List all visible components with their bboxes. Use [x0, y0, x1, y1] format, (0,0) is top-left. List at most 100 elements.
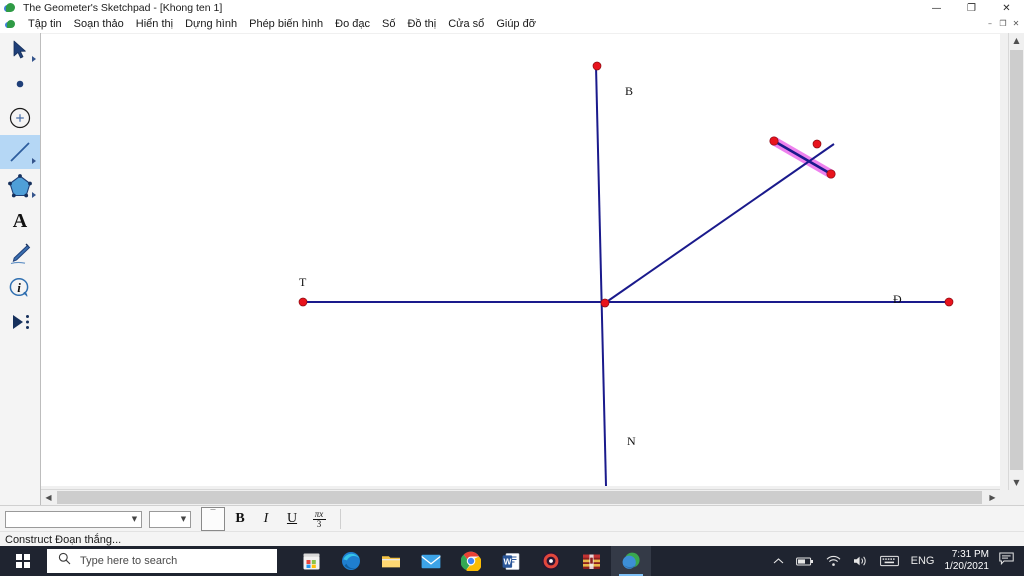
point-B [593, 62, 601, 70]
menu-item-dung-hinh[interactable]: Dựng hình [179, 16, 243, 33]
search-icon [58, 552, 71, 570]
clock-date: 1/20/2021 [945, 561, 990, 573]
horizontal-scrollbar[interactable]: ◀ ▶ [41, 489, 1000, 505]
menu-item-do-thi[interactable]: Đồ thị [401, 16, 442, 33]
mdi-restore-button[interactable]: ❐ [997, 17, 1009, 29]
custom-tools[interactable] [0, 305, 40, 339]
microsoft-word-icon[interactable]: W [491, 546, 531, 576]
svg-text:W: W [503, 556, 511, 566]
svg-text:A: A [13, 210, 28, 231]
mdi-minimize-button[interactable]: – [984, 17, 996, 29]
window-controls: — ❐ ✕ [919, 0, 1024, 16]
marker-pen-tool[interactable] [0, 237, 40, 271]
menu-item-tap-tin[interactable]: Tập tin [22, 16, 68, 33]
window-title-bar: The Geometer's Sketchpad - [Khong ten 1]… [0, 0, 1024, 17]
point-T [299, 298, 307, 306]
horizontal-scroll-thumb[interactable] [57, 491, 982, 504]
label-B[interactable]: B [625, 84, 633, 99]
status-bar: Construct Đoạn thắng... [0, 531, 1024, 547]
chevron-down-icon[interactable]: ▼ [177, 513, 190, 526]
straightedge-line-tool[interactable] [0, 135, 40, 169]
mail-icon[interactable] [411, 546, 451, 576]
menu-item-cua-so[interactable]: Cửa sổ [442, 16, 490, 33]
microsoft-edge-icon[interactable] [331, 546, 371, 576]
menu-item-soan-thao[interactable]: Soạn thảo [68, 16, 130, 33]
keyboard-icon[interactable] [874, 555, 905, 567]
file-explorer-icon[interactable] [371, 546, 411, 576]
selected-segment [774, 141, 831, 174]
scrollbar-corner [1009, 490, 1024, 505]
scroll-right-icon[interactable]: ▶ [985, 490, 1000, 505]
start-button[interactable] [0, 546, 45, 576]
window-title: The Geometer's Sketchpad - [Khong ten 1] [23, 0, 222, 16]
scroll-down-icon[interactable]: ▼ [1009, 475, 1024, 490]
italic-button[interactable]: I [255, 509, 277, 529]
menu-item-phep-bien-hinh[interactable]: Phép biến hình [243, 16, 329, 33]
tray-chevron-up-icon[interactable] [767, 557, 790, 565]
point-tool[interactable] [0, 67, 40, 101]
microsoft-store-icon[interactable] [291, 546, 331, 576]
sketchpad-icon [4, 2, 18, 14]
taskbar-app-list: W [291, 546, 651, 576]
label-N[interactable]: N [627, 434, 636, 449]
vertical-scroll-thumb[interactable] [1010, 50, 1023, 470]
clock[interactable]: 7:31 PM 1/20/2021 [941, 549, 996, 573]
google-chrome-icon[interactable] [451, 546, 491, 576]
scroll-up-icon[interactable]: ▲ [1009, 33, 1024, 48]
svg-text:i: i [17, 280, 21, 295]
mdi-close-button[interactable]: ✕ [1010, 17, 1022, 29]
label-T[interactable]: T [299, 275, 306, 290]
sketchpad-icon[interactable] [611, 546, 651, 576]
winrar-icon[interactable] [571, 546, 611, 576]
language-indicator[interactable]: ENG [905, 555, 941, 567]
search-placeholder: Type here to search [80, 555, 177, 567]
notification-center-icon[interactable] [995, 552, 1024, 570]
vertical-scrollbar[interactable]: ▲ ▼ [1008, 33, 1024, 490]
windows-taskbar: Type here to search [0, 546, 1024, 576]
sketch-canvas[interactable]: B T Đ N [41, 34, 1000, 486]
information-tool[interactable]: i [0, 271, 40, 305]
text-format-toolbar: ▼ ▼ ¯ B I U πx 3 [0, 505, 1024, 532]
system-tray: ENG 7:31 PM 1/20/2021 [767, 546, 1024, 576]
close-button[interactable]: ✕ [989, 0, 1024, 16]
menu-item-so[interactable]: Số [376, 16, 401, 33]
arrow-select-tool[interactable] [0, 33, 40, 67]
vertical-line [596, 66, 606, 486]
chevron-down-icon[interactable]: ▼ [128, 513, 141, 526]
point-lower-right [827, 170, 835, 178]
fraction-numerator: πx [315, 510, 324, 519]
underline-button[interactable]: U [281, 509, 303, 529]
media-player-icon[interactable] [531, 546, 571, 576]
maximize-button[interactable]: ❐ [954, 0, 989, 16]
math-fraction-button[interactable]: πx 3 [307, 508, 331, 530]
desktop: The Geometer's Sketchpad - [Khong ten 1]… [0, 0, 1024, 576]
bold-button[interactable]: B [229, 509, 251, 529]
text-tool[interactable]: A [0, 203, 40, 237]
menu-item-hien-thi[interactable]: Hiển thị [130, 16, 179, 33]
minimize-button[interactable]: — [919, 0, 954, 16]
taskbar-search-input[interactable]: Type here to search [47, 549, 277, 573]
toolbar-divider [340, 509, 341, 529]
mdi-child-window-controls: – ❐ ✕ [984, 17, 1022, 29]
volume-icon[interactable] [847, 555, 874, 567]
menu-item-do-dac[interactable]: Đo đạc [329, 16, 376, 33]
menu-bar: Tập tin Soạn thảo Hiển thị Dựng hình Phé… [0, 16, 1024, 33]
label-D[interactable]: Đ [893, 292, 902, 307]
font-size-select[interactable]: ▼ [149, 511, 191, 528]
point-upper-left [770, 137, 778, 145]
battery-icon[interactable] [790, 556, 820, 567]
status-message: Construct Đoạn thắng... [5, 534, 121, 546]
geometry-drawing[interactable] [41, 34, 1000, 486]
wifi-icon[interactable] [820, 555, 847, 567]
text-style-button[interactable]: ¯ [201, 507, 225, 531]
scroll-left-icon[interactable]: ◀ [41, 490, 56, 505]
point-ray-end [813, 140, 821, 148]
fraction-denominator: 3 [317, 520, 322, 529]
point-origin [601, 299, 609, 307]
point-D [945, 298, 953, 306]
compass-circle-tool[interactable] [0, 101, 40, 135]
windows-logo-icon [16, 554, 30, 568]
polygon-tool[interactable] [0, 169, 40, 203]
font-family-select[interactable]: ▼ [5, 511, 142, 528]
menu-item-giup-do[interactable]: Giúp đỡ [490, 16, 542, 33]
